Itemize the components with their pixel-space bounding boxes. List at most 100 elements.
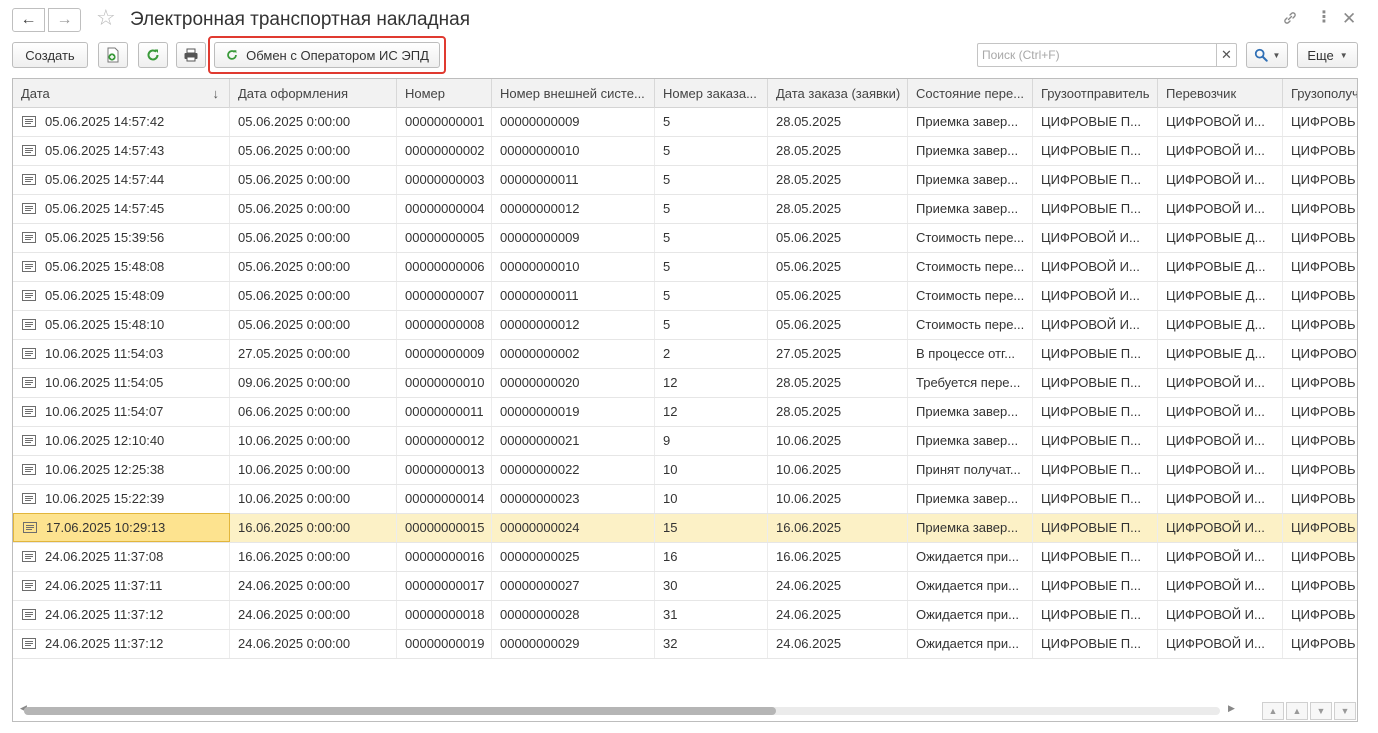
cell-col-order-number[interactable]: 5 [655,166,768,194]
table-row[interactable]: 24.06.2025 11:37:11 24.06.2025 0:00:00 000… [13,572,1357,601]
close-icon[interactable]: ✕ [1342,10,1356,27]
cell-col-number[interactable]: 00000000018 [397,601,492,629]
cell-col-order-date[interactable]: 28.05.2025 [768,166,908,194]
cell-col-carrier[interactable]: ЦИФРОВЫЕ Д... [1158,340,1283,368]
cell-col-consignee[interactable]: ЦИФРОВЬ [1283,572,1357,600]
cell-col-external-number[interactable]: 00000000027 [492,572,655,600]
cell-col-shipper[interactable]: ЦИФРОВОЙ И... [1033,311,1158,339]
cell-col-number[interactable]: 00000000010 [397,369,492,397]
cell-col-order-number[interactable]: 5 [655,253,768,281]
create-button[interactable]: Создать [12,42,88,68]
cell-col-order-number[interactable]: 16 [655,543,768,571]
cell-col-date[interactable]: 05.06.2025 14:57:45 [13,195,230,223]
cell-col-carrier[interactable]: ЦИФРОВОЙ И... [1158,195,1283,223]
cell-col-order-date[interactable]: 05.06.2025 [768,253,908,281]
cell-col-consignee[interactable]: ЦИФРОВЬ [1283,166,1357,194]
cell-col-carrier[interactable]: ЦИФРОВОЙ И... [1158,427,1283,455]
table-row[interactable]: 17.06.2025 10:29:13 16.06.2025 0:00:00 000… [13,513,1357,543]
cell-col-consignee[interactable]: ЦИФРОВЬ [1283,543,1357,571]
cell-col-registration-date[interactable]: 06.06.2025 0:00:00 [230,398,397,426]
cell-col-order-date[interactable]: 16.06.2025 [768,514,908,542]
table-row[interactable]: 10.06.2025 11:54:05 09.06.2025 0:00:00 000… [13,369,1357,398]
cell-col-registration-date[interactable]: 24.06.2025 0:00:00 [230,572,397,600]
cell-col-number[interactable]: 00000000007 [397,282,492,310]
documents-table[interactable]: Дата ↓ Дата оформления Номер Номер внешней с… [12,78,1358,722]
cell-col-date[interactable]: 05.06.2025 15:39:56 [13,224,230,252]
cell-col-number[interactable]: 00000000012 [397,427,492,455]
cell-col-external-number[interactable]: 00000000028 [492,601,655,629]
cell-col-shipper[interactable]: ЦИФРОВЫЕ П... [1033,369,1158,397]
cell-col-status[interactable]: Приемка завер... [908,485,1033,513]
cell-col-consignee[interactable]: ЦИФРОВО [1283,340,1357,368]
cell-col-shipper[interactable]: ЦИФРОВЫЕ П... [1033,340,1158,368]
cell-col-shipper[interactable]: ЦИФРОВЫЕ П... [1033,456,1158,484]
cell-col-carrier[interactable]: ЦИФРОВОЙ И... [1158,398,1283,426]
cell-col-carrier[interactable]: ЦИФРОВОЙ И... [1158,456,1283,484]
cell-col-order-date[interactable]: 10.06.2025 [768,485,908,513]
cell-col-registration-date[interactable]: 09.06.2025 0:00:00 [230,369,397,397]
cell-col-shipper[interactable]: ЦИФРОВЫЕ П... [1033,398,1158,426]
cell-col-order-number[interactable]: 2 [655,340,768,368]
cell-col-shipper[interactable]: ЦИФРОВЫЕ П... [1033,166,1158,194]
cell-col-carrier[interactable]: ЦИФРОВОЙ И... [1158,137,1283,165]
cell-col-order-number[interactable]: 12 [655,369,768,397]
table-row[interactable]: 05.06.2025 15:48:10 05.06.2025 0:00:00 000… [13,311,1357,340]
cell-col-status[interactable]: Стоимость пере... [908,253,1033,281]
cell-col-status[interactable]: Ожидается при... [908,543,1033,571]
table-row[interactable]: 24.06.2025 11:37:12 24.06.2025 0:00:00 000… [13,630,1357,659]
cell-col-shipper[interactable]: ЦИФРОВЫЕ П... [1033,514,1158,542]
cell-col-consignee[interactable]: ЦИФРОВЬ [1283,195,1357,223]
page-down-button[interactable]: ▼ [1310,702,1332,720]
cell-col-number[interactable]: 00000000001 [397,108,492,136]
back-button[interactable]: ← [12,8,45,32]
cell-col-order-number[interactable]: 31 [655,601,768,629]
horizontal-scrollbar[interactable] [24,707,1220,715]
cell-col-date[interactable]: 17.06.2025 10:29:13 [13,513,230,542]
cell-col-order-date[interactable]: 28.05.2025 [768,195,908,223]
cell-col-order-number[interactable]: 5 [655,108,768,136]
cell-col-external-number[interactable]: 00000000012 [492,311,655,339]
header-col-shipper[interactable]: Грузоотправитель [1033,79,1158,108]
exchange-operator-button[interactable]: Обмен с Оператором ИС ЭПД [214,42,440,68]
cell-col-date[interactable]: 05.06.2025 14:57:43 [13,137,230,165]
cell-col-carrier[interactable]: ЦИФРОВЫЕ Д... [1158,253,1283,281]
cell-col-shipper[interactable]: ЦИФРОВЫЕ П... [1033,195,1158,223]
cell-col-consignee[interactable]: ЦИФРОВЬ [1283,630,1357,658]
cell-col-status[interactable]: Принят получат... [908,456,1033,484]
cell-col-status[interactable]: Ожидается при... [908,572,1033,600]
cell-col-external-number[interactable]: 00000000012 [492,195,655,223]
cell-col-registration-date[interactable]: 05.06.2025 0:00:00 [230,108,397,136]
cell-col-consignee[interactable]: ЦИФРОВЬ [1283,224,1357,252]
table-row[interactable]: 05.06.2025 14:57:45 05.06.2025 0:00:00 000… [13,195,1357,224]
cell-col-registration-date[interactable]: 16.06.2025 0:00:00 [230,543,397,571]
forward-button[interactable]: → [48,8,81,32]
cell-col-consignee[interactable]: ЦИФРОВЬ [1283,282,1357,310]
table-row[interactable]: 24.06.2025 11:37:12 24.06.2025 0:00:00 000… [13,601,1357,630]
cell-col-consignee[interactable]: ЦИФРОВЬ [1283,485,1357,513]
cell-col-date[interactable]: 05.06.2025 14:57:44 [13,166,230,194]
cell-col-status[interactable]: Приемка завер... [908,514,1033,542]
cell-col-order-number[interactable]: 10 [655,485,768,513]
cell-col-number[interactable]: 00000000011 [397,398,492,426]
cell-col-shipper[interactable]: ЦИФРОВОЙ И... [1033,282,1158,310]
cell-col-carrier[interactable]: ЦИФРОВОЙ И... [1158,601,1283,629]
cell-col-status[interactable]: Приемка завер... [908,398,1033,426]
cell-col-external-number[interactable]: 00000000020 [492,369,655,397]
cell-col-order-number[interactable]: 32 [655,630,768,658]
cell-col-registration-date[interactable]: 05.06.2025 0:00:00 [230,166,397,194]
cell-col-consignee[interactable]: ЦИФРОВЬ [1283,514,1357,542]
header-col-order-number[interactable]: Номер заказа... [655,79,768,108]
cell-col-external-number[interactable]: 00000000009 [492,108,655,136]
cell-col-carrier[interactable]: ЦИФРОВЫЕ Д... [1158,311,1283,339]
table-row[interactable]: 05.06.2025 14:57:42 05.06.2025 0:00:00 000… [13,108,1357,137]
search-options-button[interactable]: ▼ [1246,42,1288,68]
cell-col-carrier[interactable]: ЦИФРОВОЙ И... [1158,166,1283,194]
cell-col-carrier[interactable]: ЦИФРОВОЙ И... [1158,369,1283,397]
cell-col-external-number[interactable]: 00000000010 [492,253,655,281]
cell-col-status[interactable]: Ожидается при... [908,630,1033,658]
cell-col-order-date[interactable]: 05.06.2025 [768,311,908,339]
header-col-status[interactable]: Состояние пере... [908,79,1033,108]
header-col-order-date[interactable]: Дата заказа (заявки) [768,79,908,108]
table-row[interactable]: 10.06.2025 12:10:40 10.06.2025 0:00:00 000… [13,427,1357,456]
cell-col-carrier[interactable]: ЦИФРОВОЙ И... [1158,543,1283,571]
